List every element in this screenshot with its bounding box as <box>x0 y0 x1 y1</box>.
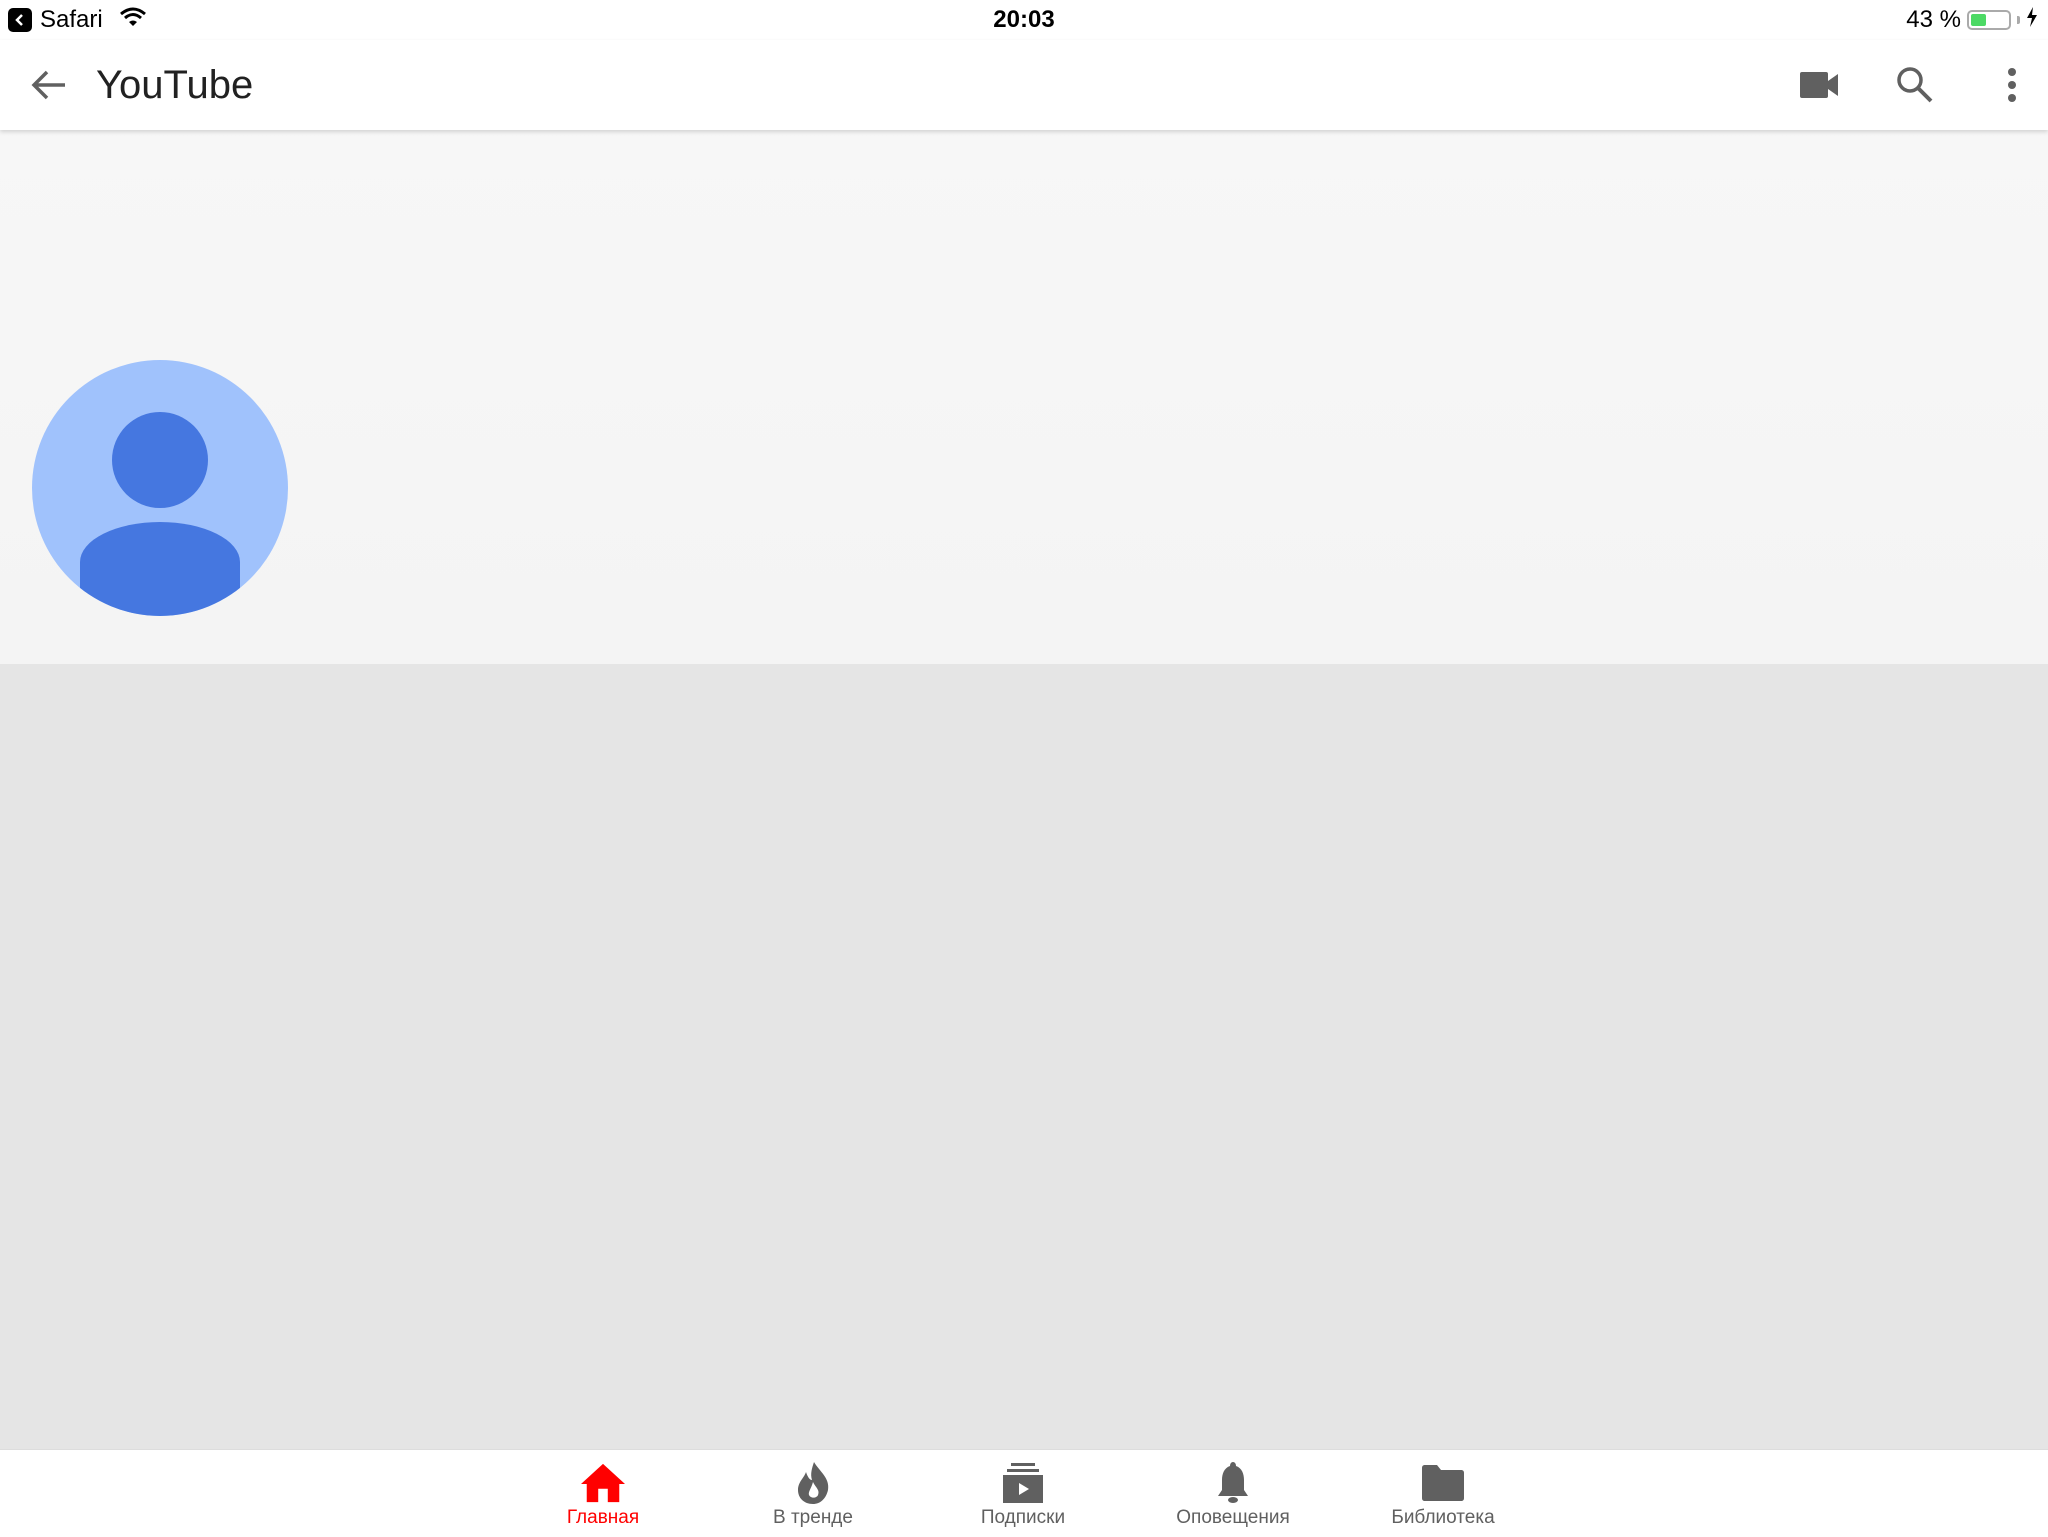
app-bar: YouTube <box>0 40 2048 130</box>
nav-label: Библиотека <box>1391 1507 1495 1528</box>
subscriptions-icon <box>1003 1463 1043 1503</box>
flame-icon <box>798 1462 829 1504</box>
bottom-nav: Главная В тренде Подписки Оповещения Биб… <box>0 1449 2048 1537</box>
nav-item-library[interactable]: Библиотека <box>1338 1450 1548 1537</box>
upload-video-button[interactable] <box>1795 60 1845 110</box>
nav-item-home[interactable]: Главная <box>498 1450 708 1537</box>
battery-percent: 43 % <box>1906 6 1961 33</box>
home-icon <box>581 1463 625 1503</box>
avatar-head <box>112 412 208 508</box>
folder-icon <box>1422 1465 1464 1501</box>
search-icon <box>1897 67 1933 103</box>
channel-avatar[interactable] <box>32 360 288 616</box>
content-area <box>0 664 2048 1449</box>
avatar-body <box>80 522 240 616</box>
clock: 20:03 <box>993 6 1055 33</box>
more-options-button[interactable] <box>1987 60 2037 110</box>
battery-icon <box>1967 10 2011 30</box>
nav-item-trending[interactable]: В тренде <box>708 1450 918 1537</box>
battery-level <box>1971 14 1987 26</box>
nav-label: Оповещения <box>1176 1507 1290 1528</box>
more-vert-icon <box>2008 68 2016 102</box>
battery-nub <box>2017 16 2020 24</box>
charging-bolt-icon <box>2026 6 2038 34</box>
page-title: YouTube <box>96 63 254 107</box>
nav-item-subscriptions[interactable]: Подписки <box>918 1450 1128 1537</box>
nav-item-notifications[interactable]: Оповещения <box>1128 1450 1338 1537</box>
video-camera-icon <box>1800 72 1838 98</box>
back-button[interactable] <box>24 60 74 110</box>
bell-icon <box>1218 1462 1248 1503</box>
channel-banner <box>0 130 2048 664</box>
back-arrow-icon <box>31 70 65 100</box>
search-button[interactable] <box>1890 60 1940 110</box>
nav-label: В тренде <box>773 1507 853 1528</box>
nav-label: Главная <box>566 1507 640 1528</box>
nav-label: Подписки <box>980 1507 1066 1528</box>
status-bar: Safari 20:03 43 % <box>0 0 2048 40</box>
